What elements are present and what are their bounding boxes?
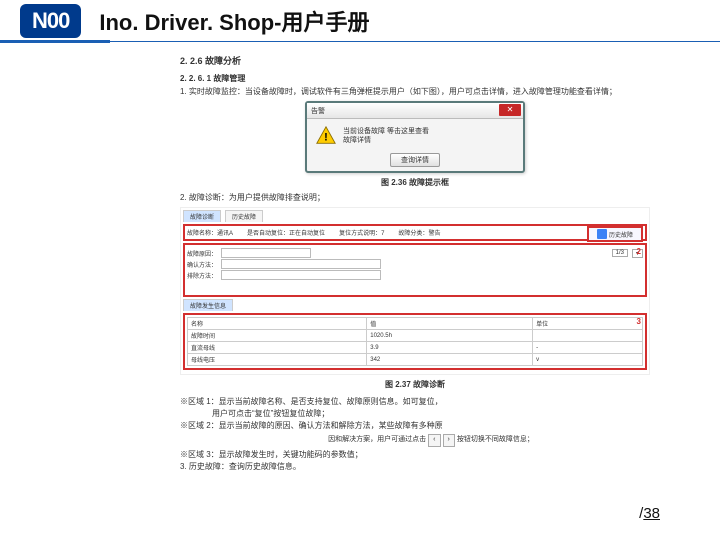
dialog-titlebar: 告警 ✕ (307, 103, 523, 119)
subsection-heading: 2. 2. 6. 1 故障管理 (180, 73, 650, 84)
fault-class-value: 警告 (428, 231, 440, 237)
note-2: ※区域 2：显示当前故障的原因、确认方法和解除方法，某些故障有多种原 (180, 420, 650, 432)
history-fault-button[interactable]: 历史故障 (587, 226, 643, 242)
tab-bar-2: 故障发生信息 (183, 299, 647, 311)
confirm-method-input[interactable] (221, 259, 381, 269)
page-header: N00 Ino. Driver. Shop-用户手册 (0, 0, 720, 42)
fault-cause-label: 故障原因： (187, 249, 217, 258)
list-number: 2. (180, 193, 187, 202)
header-rule (110, 41, 720, 42)
fault-info-table: 名称 值 单位 故障时间 1020.5h 直流母线 3.9 - 母线电压 342 (187, 317, 643, 366)
table-row: 名称 值 单位 (188, 318, 643, 330)
section-heading: 2. 2.6 故障分析 (180, 54, 650, 67)
tab-fault-info[interactable]: 故障发生信息 (183, 299, 233, 311)
note-3: ※区域 3：显示故障发生时，关键功能码的参数值； (180, 449, 650, 461)
list-number: 3. (180, 462, 187, 471)
reset-desc-label: 复位方式说明： (339, 231, 381, 237)
chevron-right-icon[interactable]: › (443, 434, 455, 447)
note-2b: 因和解决方案，用户可通过点击 (296, 435, 426, 446)
chevron-left-icon[interactable]: ‹ (428, 434, 440, 447)
zone-2: 故障原因： 1/3 ▾ 2 确认方法： 排除方法： (183, 243, 647, 297)
tab-diagnosis[interactable]: 故障诊断 (183, 210, 221, 222)
table-cell: 单位 (533, 318, 643, 330)
view-details-button[interactable]: 查询详情 (390, 153, 440, 167)
svg-text:!: ! (324, 132, 328, 144)
table-row: 故障时间 1020.5h (188, 330, 643, 342)
table-cell: 3.9 (367, 342, 533, 354)
page-indicator: 1/3 (612, 249, 628, 257)
table-cell: 直流母线 (188, 342, 367, 354)
table-cell: 1020.5h (367, 330, 533, 342)
table-row: 母线电压 342 v (188, 354, 643, 366)
tab-history[interactable]: 历史故障 (225, 210, 263, 222)
table-cell (533, 330, 643, 342)
table-cell: 值 (367, 318, 533, 330)
table-cell: 母线电压 (188, 354, 367, 366)
brand-logo: N00 (20, 4, 81, 38)
zone-notes: ※区域 1：显示当前故障名称、是否支持复位、故障原则信息。如可复位， 用户可点击… (180, 396, 650, 473)
paragraph-text: 故障诊断：为用户提供故障排查说明； (189, 193, 325, 202)
warning-triangle-icon: ! (315, 125, 337, 147)
dialog-message-line1: 当前设备故障 等击这里查看 (343, 127, 429, 136)
warning-dialog: 告警 ✕ ! 当前设备故障 等击这里查看 故障详情 查询详情 (305, 101, 525, 173)
document-body: 2. 2.6 故障分析 2. 2. 6. 1 故障管理 1. 实时故障监控：当设… (180, 50, 650, 473)
pager-inline: 因和解决方案，用户可通过点击 ‹ › 按钮切换不同故障信息； (180, 434, 650, 447)
close-icon[interactable]: ✕ (499, 104, 521, 116)
zone-marker-2: 2 (637, 247, 641, 256)
table-cell: - (533, 342, 643, 354)
note-4: 3. 历史故障：查询历史故障信息。 (180, 461, 650, 473)
fault-name-value: 通讯A (217, 231, 233, 237)
zone-marker-3: 3 (637, 317, 641, 326)
history-fault-label: 历史故障 (609, 230, 633, 239)
history-icon (597, 229, 607, 239)
table-row: 直流母线 3.9 - (188, 342, 643, 354)
doc-title: Ino. Driver. Shop-用户手册 (99, 5, 720, 37)
fault-name-label: 故障名称： (187, 231, 217, 237)
solve-method-input[interactable] (221, 270, 381, 280)
note-1: ※区域 1：显示当前故障名称、是否支持复位、故障原则信息。如可复位， (180, 396, 650, 408)
table-cell: v (533, 354, 643, 366)
note-4-text: 历史故障：查询历史故障信息。 (189, 462, 301, 471)
dialog-message-line2: 故障详情 (343, 136, 429, 145)
dialog-footer: 查询详情 (307, 153, 523, 171)
note-2c: 按钮切换不同故障信息； (457, 435, 534, 446)
figure-caption-2: 图 2.37 故障诊断 (180, 379, 650, 390)
dialog-message: 当前设备故障 等击这里查看 故障详情 (343, 127, 429, 145)
solve-method-label: 排除方法： (187, 271, 217, 280)
table-cell: 名称 (188, 318, 367, 330)
paragraph-2: 2. 故障诊断：为用户提供故障排查说明； (180, 192, 650, 203)
paragraph-text: 实时故障监控：当设备故障时，调试软件有三角弹框提示用户（如下图），用户可点击详情… (189, 87, 617, 96)
confirm-method-label: 确认方法： (187, 260, 217, 269)
diagnosis-panel: 故障诊断 历史故障 故障名称：通讯A 是否自动复位：正在自动复位 复位方式说明：… (180, 207, 650, 375)
reset-desc-value: 7 (381, 231, 384, 237)
note-1b: 用户可点击“复位”按钮复位故障； (180, 408, 650, 420)
auto-reset-label: 是否自动复位： (247, 231, 289, 237)
page-total: 38 (643, 505, 660, 522)
tab-bar: 故障诊断 历史故障 (183, 210, 647, 222)
table-cell: 342 (367, 354, 533, 366)
dialog-title-text: 告警 (311, 106, 325, 116)
fault-class-label: 故障分类： (398, 231, 428, 237)
zone-3: 名称 值 单位 故障时间 1020.5h 直流母线 3.9 - 母线电压 342 (183, 313, 647, 370)
table-cell: 故障时间 (188, 330, 367, 342)
paragraph-1: 1. 实时故障监控：当设备故障时，调试软件有三角弹框提示用户（如下图），用户可点… (180, 86, 650, 97)
fault-cause-input[interactable] (221, 248, 311, 258)
dialog-body: ! 当前设备故障 等击这里查看 故障详情 (307, 119, 523, 153)
header-underline (0, 40, 110, 43)
figure-caption-1: 图 2.36 故障提示框 (180, 177, 650, 188)
list-number: 1. (180, 87, 187, 96)
page-number: /38 (639, 505, 660, 522)
auto-reset-value: 正在自动复位 (289, 231, 325, 237)
zone-1: 故障名称：通讯A 是否自动复位：正在自动复位 复位方式说明：7 故障分类：警告 … (183, 224, 647, 241)
